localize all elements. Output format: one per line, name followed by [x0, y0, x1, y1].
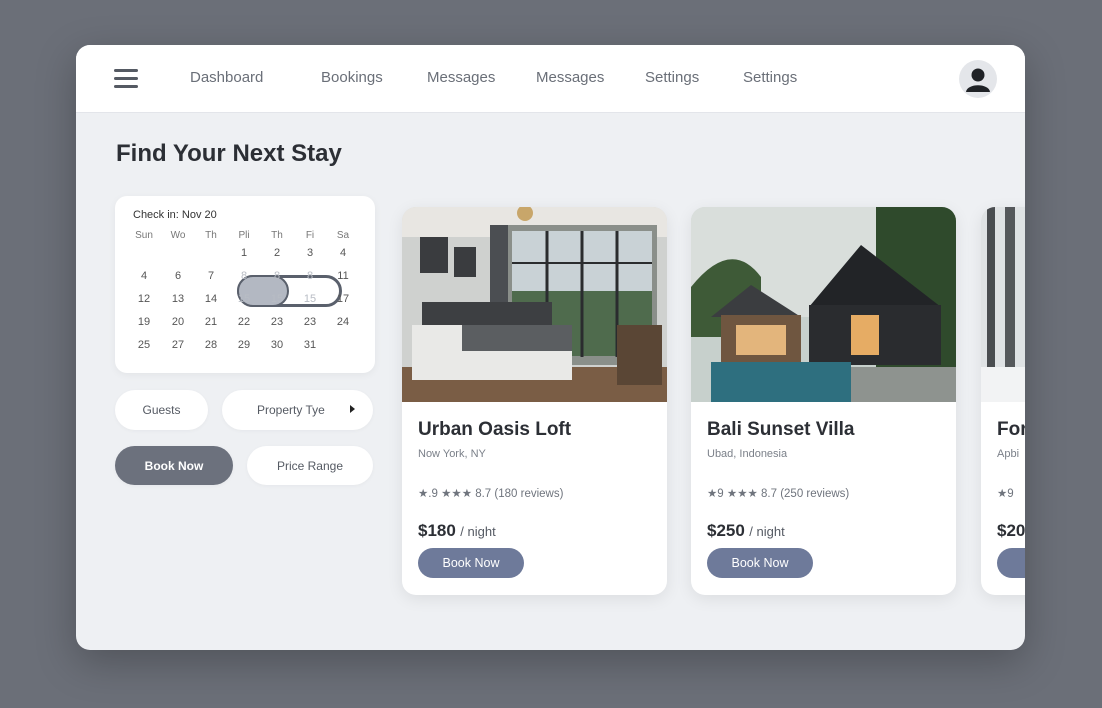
- calendar-label: Check in: Nov 20: [133, 209, 217, 221]
- listing-card[interactable]: Bali Sunset Villa Ubad, Indonesia ★9 ★★★…: [691, 207, 956, 595]
- price-amount: $20: [997, 521, 1025, 540]
- nav-settings-2[interactable]: Settings: [743, 69, 797, 86]
- calendar-day[interactable]: 22: [227, 316, 261, 328]
- listing-rating: ★9: [997, 488, 1014, 500]
- calendar-day[interactable]: 20: [161, 316, 195, 328]
- price-amount: $250: [707, 521, 745, 540]
- listing-title: Bali Sunset Villa: [707, 419, 855, 440]
- calendar-day[interactable]: 25: [127, 339, 161, 351]
- book-now-button[interactable]: Book Now: [115, 446, 233, 485]
- listing-card[interactable]: For Apbi ★9 $20: [981, 207, 1025, 595]
- calendar-day[interactable]: 15: [293, 293, 327, 305]
- calendar-day[interactable]: 19: [127, 316, 161, 328]
- calendar-day[interactable]: 8: [227, 270, 261, 282]
- calendar-day[interactable]: 14: [194, 293, 228, 305]
- listing-photo: [402, 207, 667, 402]
- app-window: Dashboard Bookings Messages Messages Set…: [76, 45, 1025, 650]
- calendar-day[interactable]: 29: [227, 339, 261, 351]
- listing-rating: ★.9 ★★★ 8.7 (180 reviews): [418, 488, 564, 500]
- listing-title: For: [997, 419, 1025, 440]
- listing-photo: [981, 207, 1025, 402]
- weekday-label: Wo: [170, 230, 186, 241]
- nav-dashboard[interactable]: Dashboard: [190, 69, 263, 86]
- book-now-button[interactable]: [997, 548, 1025, 578]
- top-nav-bar: Dashboard Bookings Messages Messages Set…: [76, 45, 1025, 113]
- check-in-calendar: Check in: Nov 20 Sun Wo Th Pli Th Fi Sa …: [115, 196, 375, 373]
- listing-price: $180 / night: [418, 521, 496, 541]
- listing-title: Urban Oasis Loft: [418, 419, 572, 440]
- calendar-day[interactable]: 30: [260, 339, 294, 351]
- calendar-day[interactable]: 8: [293, 270, 327, 282]
- weekday-label: Sun: [135, 230, 153, 241]
- calendar-day[interactable]: 4: [127, 270, 161, 282]
- weekday-label: Th: [271, 230, 283, 241]
- price-amount: $180: [418, 521, 456, 540]
- book-now-button[interactable]: Book Now: [707, 548, 813, 578]
- price-unit: / night: [749, 524, 785, 539]
- weekday-label: Sa: [336, 230, 350, 241]
- user-avatar-icon[interactable]: [959, 60, 997, 98]
- listing-card[interactable]: Urban Oasis Loft Now York, NY ★.9 ★★★ 8.…: [402, 207, 667, 595]
- listing-price: $250 / night: [707, 521, 785, 541]
- listing-rating: ★9 ★★★ 8.7 (250 reviews): [707, 488, 850, 500]
- page-title: Find Your Next Stay: [116, 140, 342, 167]
- listing-location: Now York, NY: [418, 448, 486, 460]
- book-now-button[interactable]: Book Now: [418, 548, 524, 578]
- nav-messages[interactable]: Messages: [427, 69, 495, 86]
- listing-photo: [691, 207, 956, 402]
- calendar-day[interactable]: 1: [227, 247, 261, 259]
- calendar-day[interactable]: 2: [260, 247, 294, 259]
- weekday-label: Fi: [305, 230, 315, 241]
- hamburger-menu-icon[interactable]: [114, 69, 138, 89]
- calendar-day[interactable]: 3: [293, 247, 327, 259]
- calendar-day[interactable]: 21: [194, 316, 228, 328]
- calendar-day[interactable]: 8: [260, 270, 294, 282]
- calendar-day[interactable]: 15: [260, 293, 294, 305]
- guests-button[interactable]: Guests: [115, 390, 208, 430]
- calendar-day[interactable]: 4: [326, 247, 360, 259]
- calendar-day[interactable]: 11: [326, 270, 360, 282]
- listing-location: Apbi: [997, 448, 1020, 460]
- calendar-day[interactable]: 7: [194, 270, 228, 282]
- calendar-day[interactable]: 24: [326, 316, 360, 328]
- calendar-day[interactable]: 15: [227, 293, 261, 305]
- price-range-button[interactable]: Price Range: [247, 446, 373, 485]
- nav-bookings[interactable]: Bookings: [321, 69, 383, 86]
- weekday-label: Th: [205, 230, 217, 241]
- calendar-day[interactable]: 17: [326, 293, 360, 305]
- listing-location: Ubad, Indonesia: [707, 448, 788, 460]
- calendar-day[interactable]: 6: [161, 270, 195, 282]
- calendar-day[interactable]: 23: [260, 316, 294, 328]
- calendar-day[interactable]: 27: [161, 339, 195, 351]
- calendar-day[interactable]: 13: [161, 293, 195, 305]
- calendar-day[interactable]: 31: [293, 339, 327, 351]
- calendar-day[interactable]: 12: [127, 293, 161, 305]
- listing-price: $20: [997, 521, 1025, 541]
- chevron-right-icon[interactable]: [350, 405, 355, 413]
- nav-messages-2[interactable]: Messages: [536, 69, 604, 86]
- calendar-day[interactable]: 28: [194, 339, 228, 351]
- nav-settings[interactable]: Settings: [645, 69, 699, 86]
- property-type-label: Property Tye: [257, 403, 325, 417]
- weekday-label: Pli: [238, 230, 250, 241]
- price-unit: / night: [460, 524, 496, 539]
- calendar-day[interactable]: 23: [293, 316, 327, 328]
